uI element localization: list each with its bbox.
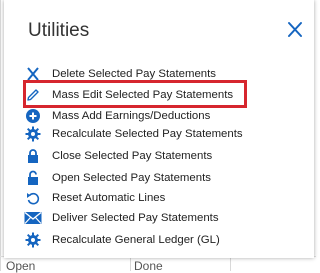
menu-item-label: Delete Selected Pay Statements [52,68,216,80]
menu-item-label: Open Selected Pay Statements [52,172,211,184]
menu-item-label: Recalculate General Ledger (GL) [52,234,220,246]
menu-item-label: Deliver Selected Pay Statements [52,212,219,224]
lock-open-icon [24,169,42,187]
menu-item-recalculate[interactable]: Recalculate Selected Pay Statements [24,124,284,144]
envelope-icon [24,209,42,227]
undo-arrow-icon [24,189,42,207]
gear-icon [24,125,42,143]
lock-closed-icon [24,147,42,165]
utilities-popup: Utilities Delete Selected Pay Statements… [4,0,314,258]
menu-item-label: Close Selected Pay Statements [52,150,213,162]
gear-icon [24,231,42,249]
menu-item-label: Reset Automatic Lines [52,192,166,204]
popup-title: Utilities [28,20,90,41]
menu-item-open-selected[interactable]: Open Selected Pay Statements [24,168,284,188]
table-column-line [0,0,1,271]
close-icon [288,22,302,37]
close-button[interactable] [284,19,306,41]
plus-circle-icon [24,107,42,125]
highlight-box [23,80,247,108]
menu-item-label: Recalculate Selected Pay Statements [52,128,243,140]
menu-item-deliver-selected[interactable]: Deliver Selected Pay Statements [24,208,284,228]
menu-item-close-selected[interactable]: Close Selected Pay Statements [24,146,284,166]
menu-item-label: Mass Add Earnings/Deductions [52,110,211,122]
menu-item-recalculate-gl[interactable]: Recalculate General Ledger (GL) [24,230,284,250]
menu-item-reset-automatic[interactable]: Reset Automatic Lines [24,188,284,208]
menu-item-mass-add[interactable]: Mass Add Earnings/Deductions [24,106,284,126]
